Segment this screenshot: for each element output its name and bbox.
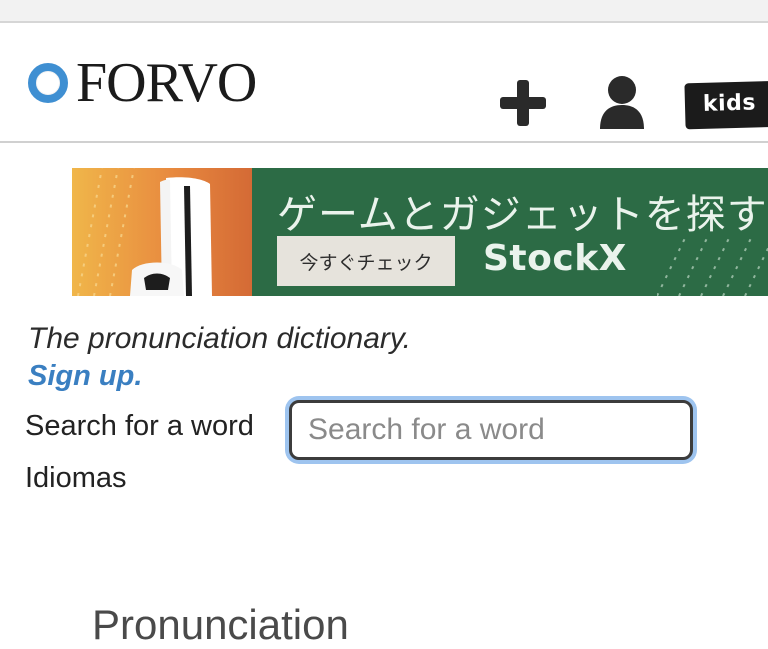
tagline: The pronunciation dictionary.: [28, 322, 411, 355]
plus-icon[interactable]: [498, 78, 548, 128]
kids-button[interactable]: kids: [684, 80, 768, 130]
search-input[interactable]: [289, 400, 693, 460]
ad-headline: ゲームとガジェットを探す: [277, 192, 768, 238]
user-icon[interactable]: [597, 75, 647, 131]
search-label: Search for a word: [25, 410, 254, 442]
ad-cta-button[interactable]: 今すぐチェック: [277, 236, 455, 286]
logo-text: FORVO: [76, 52, 257, 114]
kids-label: kids: [702, 90, 757, 117]
ad-brand-logo: StockX: [483, 238, 627, 279]
forvo-logo[interactable]: FORVO: [28, 52, 257, 114]
console-image: [130, 177, 212, 296]
site-header: FORVO kids: [0, 23, 768, 143]
languages-link[interactable]: Idiomas: [25, 462, 127, 495]
ad-banner[interactable]: ゲームとガジェットを探す 今すぐチェック StockX: [72, 168, 768, 296]
section-title: Pronunciation: [92, 600, 349, 648]
signup-link[interactable]: Sign up.: [28, 360, 142, 393]
logo-ring-icon: [28, 63, 68, 103]
browser-top-strip: [0, 0, 768, 23]
ad-dot-pattern-right: [657, 234, 768, 296]
